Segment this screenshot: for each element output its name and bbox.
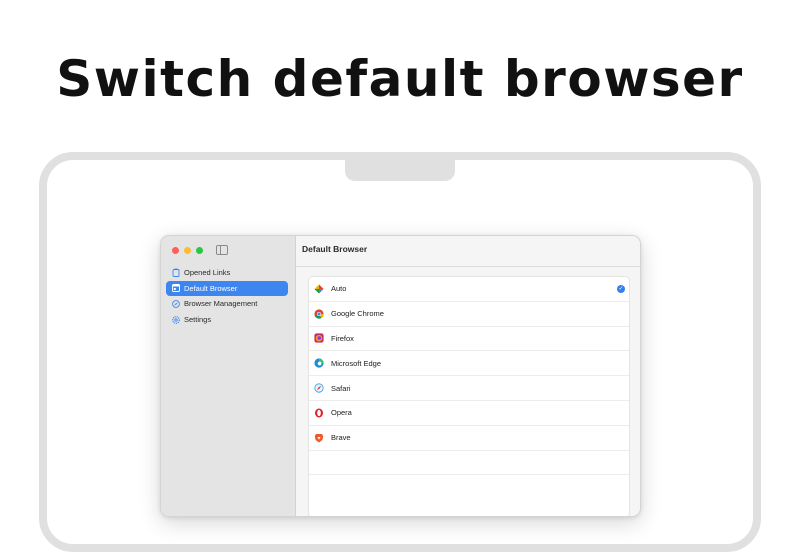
browser-label: Microsoft Edge xyxy=(331,358,382,368)
firefox-icon xyxy=(314,333,324,344)
clipboard-icon xyxy=(172,268,180,278)
sidebar-item-label: Browser Management xyxy=(184,299,258,309)
browser-row-opera[interactable]: Opera xyxy=(309,401,629,426)
device-notch xyxy=(345,152,455,181)
browser-row-auto[interactable]: Auto ✓ xyxy=(309,277,629,302)
browser-window-icon xyxy=(172,284,180,293)
checkmark-icon: ✓ xyxy=(617,285,625,293)
browser-row-safari[interactable]: Safari xyxy=(309,376,629,401)
opera-icon xyxy=(314,408,324,418)
headline: Switch default browser xyxy=(56,50,744,108)
sidebar-item-label: Settings xyxy=(184,315,212,325)
safari-icon xyxy=(314,383,324,393)
browser-row-brave[interactable]: Brave xyxy=(309,426,629,451)
chrome-icon xyxy=(314,309,324,319)
browser-label: Google Chrome xyxy=(331,309,384,319)
browser-row-google-chrome[interactable]: Google Chrome xyxy=(309,302,629,327)
browser-label: Firefox xyxy=(331,333,354,343)
compass-icon xyxy=(172,300,180,308)
title-divider xyxy=(296,266,640,267)
browser-label: Opera xyxy=(331,408,352,418)
edge-icon xyxy=(314,358,324,368)
auto-icon xyxy=(314,284,324,294)
browser-list: Auto ✓ Google Chrome Firefox Microsoft E… xyxy=(308,276,630,516)
sidebar: Opened Links Default Browser Browser Man… xyxy=(161,236,296,516)
browser-label: Brave xyxy=(331,433,351,443)
brave-icon xyxy=(314,433,324,443)
browser-label: Auto xyxy=(331,284,347,294)
sidebar-list: Opened Links Default Browser Browser Man… xyxy=(166,265,288,327)
sidebar-item-browser-management[interactable]: Browser Management xyxy=(166,296,288,312)
main-panel: Default Browser Auto ✓ Google Chrome Fir… xyxy=(296,236,640,516)
sidebar-item-settings[interactable]: Settings xyxy=(166,312,288,328)
sidebar-toggle-icon[interactable] xyxy=(216,245,228,255)
maximize-window-button[interactable] xyxy=(196,247,203,254)
gear-icon xyxy=(172,315,180,324)
browser-row-firefox[interactable]: Firefox xyxy=(309,327,629,352)
empty-list-row xyxy=(309,451,629,476)
sidebar-item-label: Default Browser xyxy=(184,283,238,293)
minimize-window-button[interactable] xyxy=(184,247,191,254)
browser-label: Safari xyxy=(331,383,351,393)
page-title: Default Browser xyxy=(302,244,368,254)
app-window: Opened Links Default Browser Browser Man… xyxy=(160,235,641,517)
sidebar-item-opened-links[interactable]: Opened Links xyxy=(166,265,288,281)
close-window-button[interactable] xyxy=(172,247,179,254)
sidebar-item-label: Opened Links xyxy=(184,268,231,278)
browser-row-microsoft-edge[interactable]: Microsoft Edge xyxy=(309,351,629,377)
sidebar-item-default-browser[interactable]: Default Browser xyxy=(166,280,288,297)
